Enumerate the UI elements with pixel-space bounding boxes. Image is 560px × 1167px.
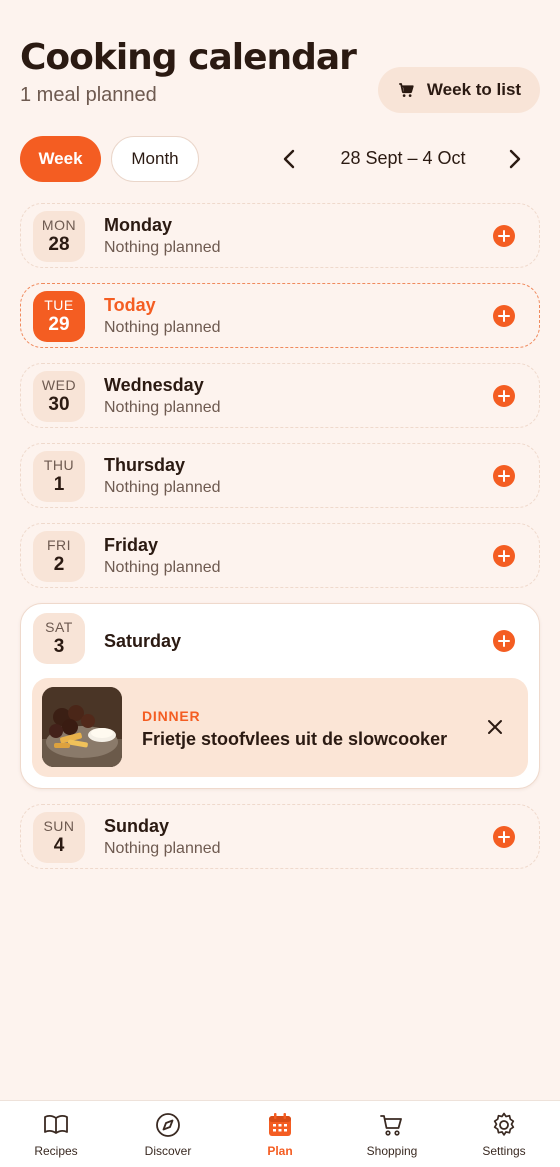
day-row-wednesday: WED 30 Wednesday Nothing planned [20, 363, 540, 428]
day-row-friday: FRI 2 Friday Nothing planned [20, 523, 540, 588]
day-name: Saturday [104, 631, 182, 651]
nav-label: Plan [267, 1144, 293, 1158]
add-meal-button[interactable] [493, 385, 515, 407]
week-to-list-label: Week to list [426, 80, 522, 99]
day-status: Nothing planned [104, 559, 221, 576]
day-name: Today [104, 295, 156, 315]
day-number: 30 [48, 393, 70, 415]
nav-item-recipes[interactable]: Recipes [0, 1101, 112, 1167]
meal-name: Frietje stoofvlees uit de slowcooker [142, 729, 448, 749]
cart-icon [399, 83, 414, 97]
nav-label: Shopping [366, 1144, 418, 1158]
cart-icon [380, 1115, 402, 1136]
date-badge: WED 30 [33, 371, 85, 422]
page-header: Cooking calendar 1 meal planned Week to … [20, 36, 540, 116]
date-badge: SUN 4 [33, 812, 85, 863]
day-row-sunday: SUN 4 Sunday Nothing planned [20, 804, 540, 869]
day-number: 2 [53, 553, 65, 575]
chevron-left-icon[interactable] [278, 147, 302, 171]
day-row-today: TUE 29 Today Nothing planned [20, 283, 540, 348]
date-badge: MON 28 [33, 211, 85, 262]
day-of-week: SUN [43, 817, 75, 834]
day-of-week: WED [41, 376, 77, 393]
add-meal-button[interactable] [493, 545, 515, 567]
day-name: Friday [104, 535, 159, 555]
nav-item-settings[interactable]: Settings [448, 1101, 560, 1167]
nav-item-plan[interactable]: Plan [224, 1101, 336, 1167]
nav-item-discover[interactable]: Discover [112, 1101, 224, 1167]
gear-icon [493, 1112, 515, 1136]
day-row-thursday: THU 1 Thursday Nothing planned [20, 443, 540, 508]
day-status: Nothing planned [104, 399, 221, 416]
chevron-right-icon[interactable] [502, 147, 526, 171]
day-row-monday: MON 28 Monday Nothing planned [20, 203, 540, 268]
day-of-week: FRI [46, 536, 72, 553]
month-view-toggle[interactable]: Month [111, 136, 199, 182]
nav-label: Recipes [34, 1144, 78, 1158]
day-of-week: SAT [45, 618, 73, 635]
close-icon[interactable] [486, 718, 504, 736]
day-number: 4 [53, 834, 65, 856]
add-meal-button[interactable] [493, 465, 515, 487]
nav-label: Settings [482, 1144, 526, 1158]
nav-label: Discover [144, 1144, 192, 1158]
week-to-list-button[interactable]: Week to list [378, 67, 540, 113]
day-name: Monday [104, 215, 173, 235]
date-badge: SAT 3 [33, 613, 85, 664]
day-number: 3 [53, 635, 65, 657]
day-status: Nothing planned [104, 319, 221, 336]
date-badge: TUE 29 [33, 291, 85, 342]
date-badge: THU 1 [33, 451, 85, 502]
day-status: Nothing planned [104, 479, 221, 496]
meal-type-label: DINNER [142, 708, 201, 724]
day-of-week: TUE [44, 296, 74, 313]
add-meal-button[interactable] [493, 305, 515, 327]
day-number: 28 [48, 233, 70, 255]
bottom-navigation: Recipes Discover Plan Shopping Settings [0, 1100, 560, 1167]
day-row-saturday: SAT 3 Saturday DINNER Frietje stoofvlees… [20, 603, 540, 789]
add-meal-button[interactable] [493, 225, 515, 247]
calendar-controls: Week Month 28 Sept – 4 Oct [20, 136, 540, 182]
day-name: Sunday [104, 816, 170, 836]
day-of-week: MON [41, 216, 77, 233]
day-number: 1 [53, 473, 65, 495]
add-meal-button[interactable] [493, 826, 515, 848]
day-number: 29 [48, 313, 70, 335]
day-name: Thursday [104, 455, 186, 475]
day-status: Nothing planned [104, 239, 221, 256]
meal-card[interactable]: DINNER Frietje stoofvlees uit de slowcoo… [32, 678, 528, 777]
nav-item-shopping[interactable]: Shopping [336, 1101, 448, 1167]
day-of-week: THU [43, 456, 75, 473]
meal-thumbnail [42, 687, 122, 767]
week-view-toggle[interactable]: Week [20, 136, 101, 182]
add-meal-button[interactable] [493, 630, 515, 652]
day-status: Nothing planned [104, 840, 221, 857]
book-icon [44, 1115, 68, 1134]
date-badge: FRI 2 [33, 531, 85, 582]
compass-icon [156, 1113, 180, 1137]
day-name: Wednesday [104, 375, 204, 395]
calendar-icon [269, 1113, 291, 1136]
date-range: 28 Sept – 4 Oct [340, 148, 466, 168]
